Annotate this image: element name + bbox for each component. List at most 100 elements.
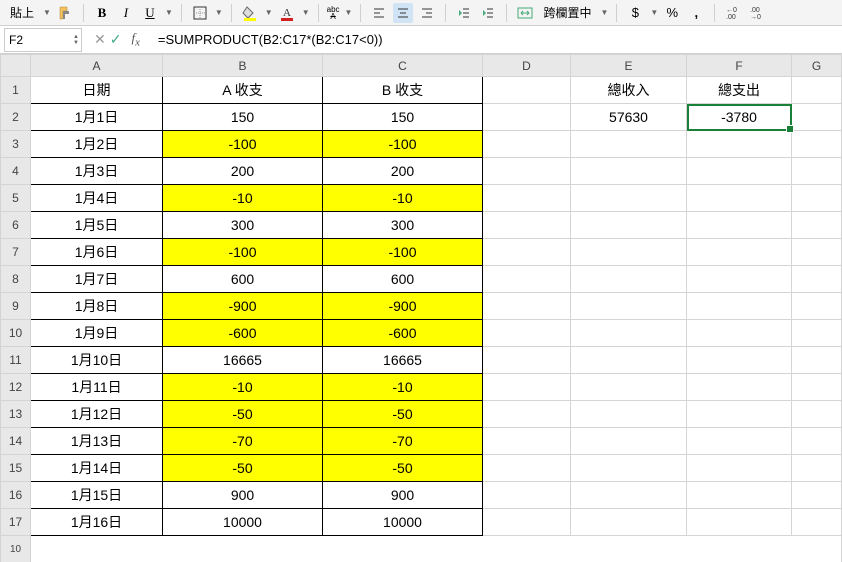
row-header[interactable]: 17 xyxy=(1,509,31,536)
cell[interactable]: -50 xyxy=(163,455,323,482)
cell[interactable] xyxy=(483,158,571,185)
cell[interactable]: -50 xyxy=(163,401,323,428)
cell[interactable] xyxy=(483,131,571,158)
row-header[interactable]: 5 xyxy=(1,185,31,212)
cell[interactable] xyxy=(792,239,842,266)
cell[interactable]: -900 xyxy=(163,293,323,320)
cell[interactable]: 1月12日 xyxy=(31,401,163,428)
cell[interactable] xyxy=(483,185,571,212)
paste-label[interactable]: 貼上 xyxy=(6,4,38,21)
cell[interactable]: -50 xyxy=(323,401,483,428)
increase-indent-button[interactable] xyxy=(478,3,498,23)
cell[interactable] xyxy=(687,347,792,374)
merge-cells-icon[interactable] xyxy=(515,3,535,23)
cell[interactable] xyxy=(571,185,687,212)
cell[interactable] xyxy=(792,509,842,536)
merge-center-label[interactable]: 跨欄置中 xyxy=(539,4,595,21)
cell[interactable] xyxy=(792,293,842,320)
cell[interactable] xyxy=(483,374,571,401)
spreadsheet-grid[interactable]: A B C D E F G 1日期A 收支B 收支總收入總支出21月1日1501… xyxy=(0,54,842,562)
currency-button[interactable]: $ xyxy=(625,3,645,23)
cell[interactable]: 200 xyxy=(163,158,323,185)
cell[interactable] xyxy=(687,428,792,455)
cell[interactable] xyxy=(483,320,571,347)
currency-dropdown-icon[interactable]: ▼ xyxy=(650,8,658,17)
cell[interactable] xyxy=(571,131,687,158)
cell[interactable] xyxy=(571,374,687,401)
cell[interactable] xyxy=(571,266,687,293)
cell[interactable] xyxy=(483,347,571,374)
cell[interactable] xyxy=(571,347,687,374)
underline-dropdown-icon[interactable]: ▼ xyxy=(165,8,173,17)
bold-button[interactable]: B xyxy=(92,3,112,23)
cell[interactable]: 300 xyxy=(163,212,323,239)
col-header-a[interactable]: A xyxy=(31,55,163,77)
cell[interactable]: 1月8日 xyxy=(31,293,163,320)
decrease-indent-button[interactable] xyxy=(454,3,474,23)
cell[interactable]: 1月5日 xyxy=(31,212,163,239)
cell[interactable]: 1月11日 xyxy=(31,374,163,401)
cell[interactable] xyxy=(687,212,792,239)
cell[interactable]: 1月9日 xyxy=(31,320,163,347)
row-header[interactable]: 14 xyxy=(1,428,31,455)
cell[interactable] xyxy=(792,212,842,239)
cell[interactable]: 900 xyxy=(323,482,483,509)
col-header-g[interactable]: G xyxy=(792,55,842,77)
cell[interactable] xyxy=(483,509,571,536)
cell[interactable]: -600 xyxy=(163,320,323,347)
align-center-button[interactable] xyxy=(393,3,413,23)
underline-button[interactable]: U xyxy=(140,3,160,23)
cell[interactable] xyxy=(483,428,571,455)
italic-button[interactable]: I xyxy=(116,3,136,23)
align-right-button[interactable] xyxy=(417,3,437,23)
increase-decimal-button[interactable]: ←0.00 xyxy=(723,3,743,23)
name-box-down-icon[interactable]: ▼ xyxy=(73,40,79,46)
cell[interactable] xyxy=(792,320,842,347)
cell[interactable]: 1月15日 xyxy=(31,482,163,509)
borders-button[interactable] xyxy=(190,3,210,23)
select-all-corner[interactable] xyxy=(1,55,31,77)
cell[interactable]: -10 xyxy=(323,374,483,401)
name-box[interactable]: F2 ▲ ▼ xyxy=(4,28,82,52)
cell[interactable]: 16665 xyxy=(163,347,323,374)
cell[interactable]: 1月6日 xyxy=(31,239,163,266)
row-header[interactable]: 2 xyxy=(1,104,31,131)
cell[interactable]: 1月16日 xyxy=(31,509,163,536)
cell[interactable] xyxy=(571,509,687,536)
cell[interactable] xyxy=(792,401,842,428)
font-color-button[interactable]: A xyxy=(277,3,297,23)
cell[interactable]: -50 xyxy=(323,455,483,482)
col-header-f[interactable]: F xyxy=(687,55,792,77)
cell[interactable] xyxy=(792,347,842,374)
cell[interactable] xyxy=(687,266,792,293)
row-header[interactable]: 3 xyxy=(1,131,31,158)
cell[interactable] xyxy=(571,428,687,455)
cell[interactable]: -100 xyxy=(323,131,483,158)
merge-dropdown-icon[interactable]: ▼ xyxy=(600,8,608,17)
cell[interactable]: 150 xyxy=(323,104,483,131)
cell[interactable]: 1月13日 xyxy=(31,428,163,455)
cell[interactable]: 150 xyxy=(163,104,323,131)
cell[interactable]: 總支出 xyxy=(687,77,792,104)
format-painter-icon[interactable] xyxy=(55,3,75,23)
cell[interactable] xyxy=(687,401,792,428)
cell[interactable]: 1月7日 xyxy=(31,266,163,293)
accept-formula-icon[interactable]: ✓ xyxy=(110,31,122,48)
col-header-e[interactable]: E xyxy=(571,55,687,77)
cell[interactable]: -600 xyxy=(323,320,483,347)
row-header[interactable]: 10 xyxy=(1,536,31,562)
cell[interactable] xyxy=(687,374,792,401)
cell[interactable]: -70 xyxy=(323,428,483,455)
cell[interactable] xyxy=(687,158,792,185)
row-header[interactable]: 13 xyxy=(1,401,31,428)
cell[interactable] xyxy=(483,212,571,239)
cell[interactable] xyxy=(792,158,842,185)
cell[interactable]: 300 xyxy=(323,212,483,239)
comma-button[interactable]: , xyxy=(686,3,706,23)
cell[interactable] xyxy=(687,509,792,536)
row-header[interactable]: 8 xyxy=(1,266,31,293)
cell[interactable]: -900 xyxy=(323,293,483,320)
percent-button[interactable]: % xyxy=(662,3,682,23)
cell[interactable] xyxy=(571,455,687,482)
cell[interactable]: 900 xyxy=(163,482,323,509)
